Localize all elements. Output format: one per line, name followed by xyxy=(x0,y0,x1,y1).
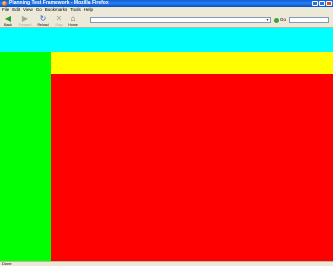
minimize-button[interactable] xyxy=(312,1,318,6)
status-bar: Done xyxy=(0,261,333,266)
forward-button[interactable]: ▶ Forward xyxy=(18,14,32,27)
top-bar xyxy=(51,52,333,74)
address-bar[interactable]: ▾ xyxy=(90,17,271,23)
search-input[interactable] xyxy=(289,17,329,23)
window-controls xyxy=(312,1,332,6)
go-label: Go xyxy=(280,17,287,22)
stop-label: Stop xyxy=(55,23,63,27)
firefox-icon xyxy=(2,1,7,6)
status-text: Done xyxy=(2,261,12,266)
left-panel xyxy=(0,52,51,261)
reload-button[interactable]: ↻ Reload xyxy=(36,14,50,27)
main-area xyxy=(51,74,333,261)
title-bar: Planning Test Framework - Mozilla Firefo… xyxy=(0,0,333,7)
stop-button[interactable]: ✕ Stop xyxy=(52,14,66,27)
home-button[interactable]: ⌂ Home xyxy=(66,14,80,27)
window-title: Planning Test Framework - Mozilla Firefo… xyxy=(9,0,109,6)
go-icon xyxy=(274,17,279,23)
forward-label: Forward xyxy=(18,23,32,27)
stop-icon: ✕ xyxy=(55,14,63,23)
home-icon: ⌂ xyxy=(70,14,76,23)
reload-icon: ↻ xyxy=(39,14,47,23)
back-label: Back xyxy=(4,23,12,27)
page-content xyxy=(0,28,333,261)
chevron-down-icon[interactable]: ▾ xyxy=(265,18,270,22)
back-button[interactable]: ◀ Back xyxy=(1,14,15,27)
maximize-button[interactable] xyxy=(319,1,325,6)
arrow-right-icon: ▶ xyxy=(21,14,29,23)
arrow-left-icon: ◀ xyxy=(4,14,12,23)
home-label: Home xyxy=(68,23,78,27)
reload-label: Reload xyxy=(37,23,49,27)
close-button[interactable] xyxy=(326,1,332,6)
go-button[interactable]: Go xyxy=(274,17,286,23)
header-banner xyxy=(0,28,333,52)
